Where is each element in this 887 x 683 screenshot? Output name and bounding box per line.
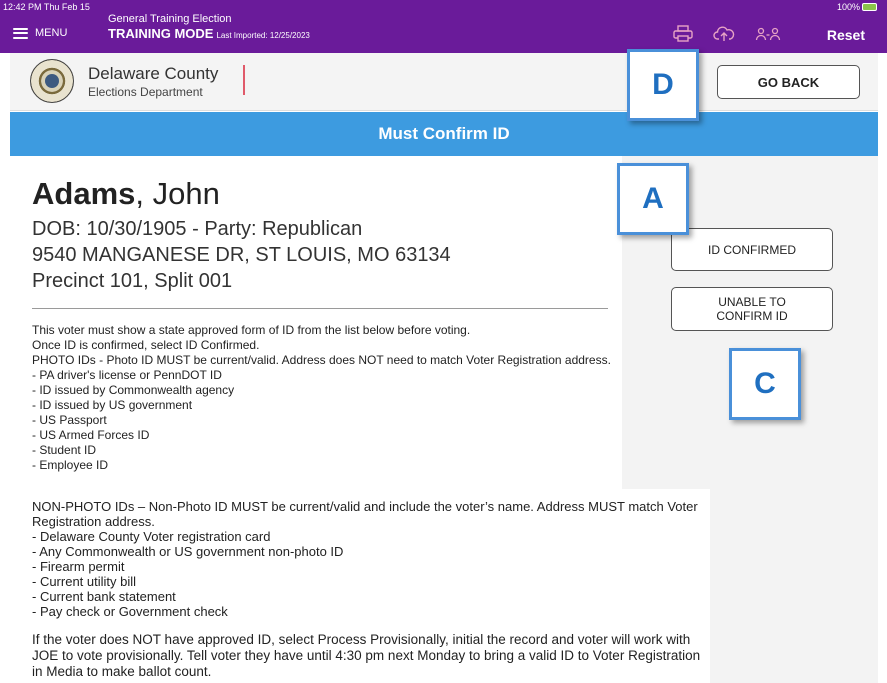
divider xyxy=(32,308,608,309)
org-name: Delaware County xyxy=(88,64,219,83)
callout-a: A xyxy=(617,163,689,235)
non-photo-panel: NON-PHOTO IDs – Non-Photo ID MUST be cur… xyxy=(10,489,710,683)
voter-precinct: Precinct 101, Split 001 xyxy=(32,270,233,292)
photo-id-instructions: This voter must show a state approved fo… xyxy=(32,323,611,472)
provisional-notice: If the voter does NOT have approved ID, … xyxy=(32,632,701,679)
status-time: 12:42 PM Thu Feb 15 xyxy=(3,2,90,12)
page-title: Must Confirm ID xyxy=(10,112,878,156)
id-confirmed-button[interactable]: ID CONFIRMED xyxy=(671,228,833,271)
battery-percent: 100% xyxy=(836,2,860,12)
header: Delaware County Elections Department GO … xyxy=(10,53,878,111)
unable-to-confirm-button[interactable]: UNABLE TO CONFIRM ID xyxy=(671,287,833,331)
users-sync-icon[interactable] xyxy=(755,26,781,41)
callout-d: D xyxy=(627,49,699,121)
voter-last-name: Adams xyxy=(32,176,136,211)
county-seal-logo xyxy=(30,59,74,103)
election-info: General Training Election TRAINING MODE L… xyxy=(108,13,310,44)
last-imported: Last Imported: 12/25/2023 xyxy=(216,31,310,40)
battery-indicator: 100% xyxy=(837,2,877,12)
unable-label: UNABLE TO CONFIRM ID xyxy=(716,295,788,323)
callout-c: C xyxy=(729,348,801,420)
go-back-button[interactable]: GO BACK xyxy=(717,65,860,99)
printer-icon[interactable] xyxy=(673,25,693,42)
voter-address: 9540 MANGANESE DR, ST LOUIS, MO 63134 xyxy=(32,244,451,266)
voter-panel: Adams, John DOB: 10/30/1905 - Party: Rep… xyxy=(10,156,622,489)
menu-button[interactable]: MENU xyxy=(13,27,67,39)
election-name: General Training Election xyxy=(108,13,232,25)
org-department: Elections Department xyxy=(88,85,203,99)
reset-button[interactable]: Reset xyxy=(827,27,865,43)
voter-dob-party: DOB: 10/30/1905 - Party: Republican xyxy=(32,218,363,240)
menu-label: MENU xyxy=(35,27,68,39)
top-bar: 12:42 PM Thu Feb 15 100% MENU General Tr… xyxy=(0,0,887,53)
non-photo-id-instructions: NON-PHOTO IDs – Non-Photo ID MUST be cur… xyxy=(32,499,698,619)
header-divider xyxy=(243,65,245,95)
hamburger-icon xyxy=(13,27,28,39)
voter-name: Adams, John xyxy=(32,176,220,212)
cloud-upload-icon[interactable] xyxy=(713,25,735,42)
voter-first-name: , John xyxy=(135,176,220,211)
training-mode: TRAINING MODE xyxy=(108,26,214,41)
battery-icon xyxy=(862,3,877,11)
